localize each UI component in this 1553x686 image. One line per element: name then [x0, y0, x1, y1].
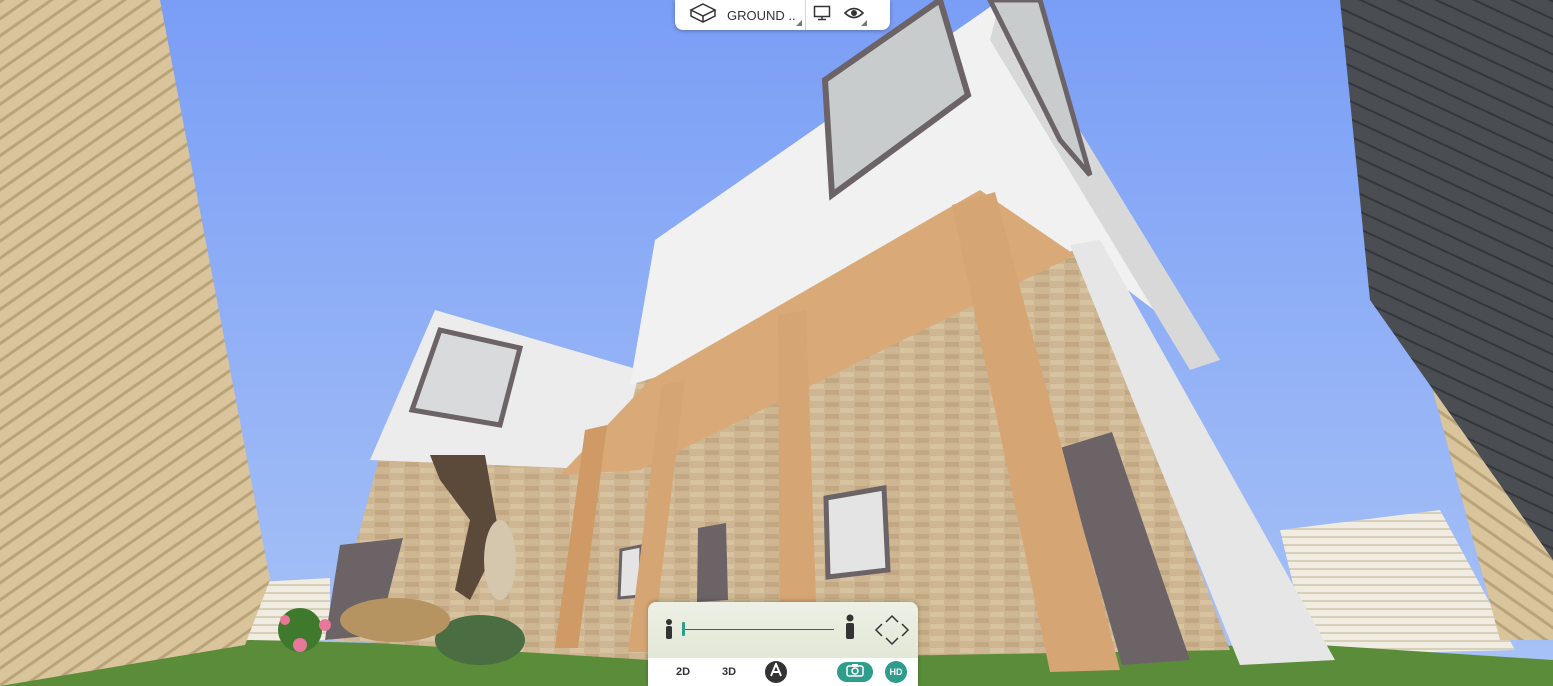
camera-height-slider-thumb[interactable] — [682, 622, 685, 636]
view-mode-row: 2D 3D HD — [648, 658, 918, 686]
screenshot-button[interactable] — [837, 662, 873, 682]
camera-panel: 2D 3D HD — [648, 602, 918, 686]
door-middle — [697, 523, 728, 602]
compass-a-icon — [769, 660, 783, 682]
window-ground — [823, 485, 891, 580]
top-toolbar: GROUND ... — [675, 0, 890, 30]
camera-height-slider[interactable] — [684, 629, 834, 630]
monitor-icon — [813, 5, 831, 26]
display-settings-button[interactable] — [806, 0, 838, 30]
person-large-icon — [844, 614, 856, 645]
level-label: GROUND ... — [727, 7, 797, 23]
camera-height-row — [648, 602, 918, 658]
level-selector-button[interactable]: GROUND ... — [675, 0, 806, 30]
navigation-arrows-icon[interactable] — [874, 614, 910, 646]
cube-wireframe-icon — [689, 2, 717, 29]
person-small-icon — [664, 618, 674, 645]
hd-render-button[interactable]: HD — [885, 661, 907, 683]
mode-2d-button[interactable]: 2D — [676, 666, 690, 678]
dropdown-corner-icon — [796, 20, 802, 26]
auto-view-button[interactable] — [765, 660, 787, 683]
visibility-button[interactable] — [838, 0, 870, 30]
3d-viewport[interactable] — [0, 0, 1553, 686]
camera-icon — [846, 663, 864, 682]
dropdown-corner-icon — [861, 20, 867, 26]
mode-3d-button[interactable]: 3D — [722, 666, 736, 678]
